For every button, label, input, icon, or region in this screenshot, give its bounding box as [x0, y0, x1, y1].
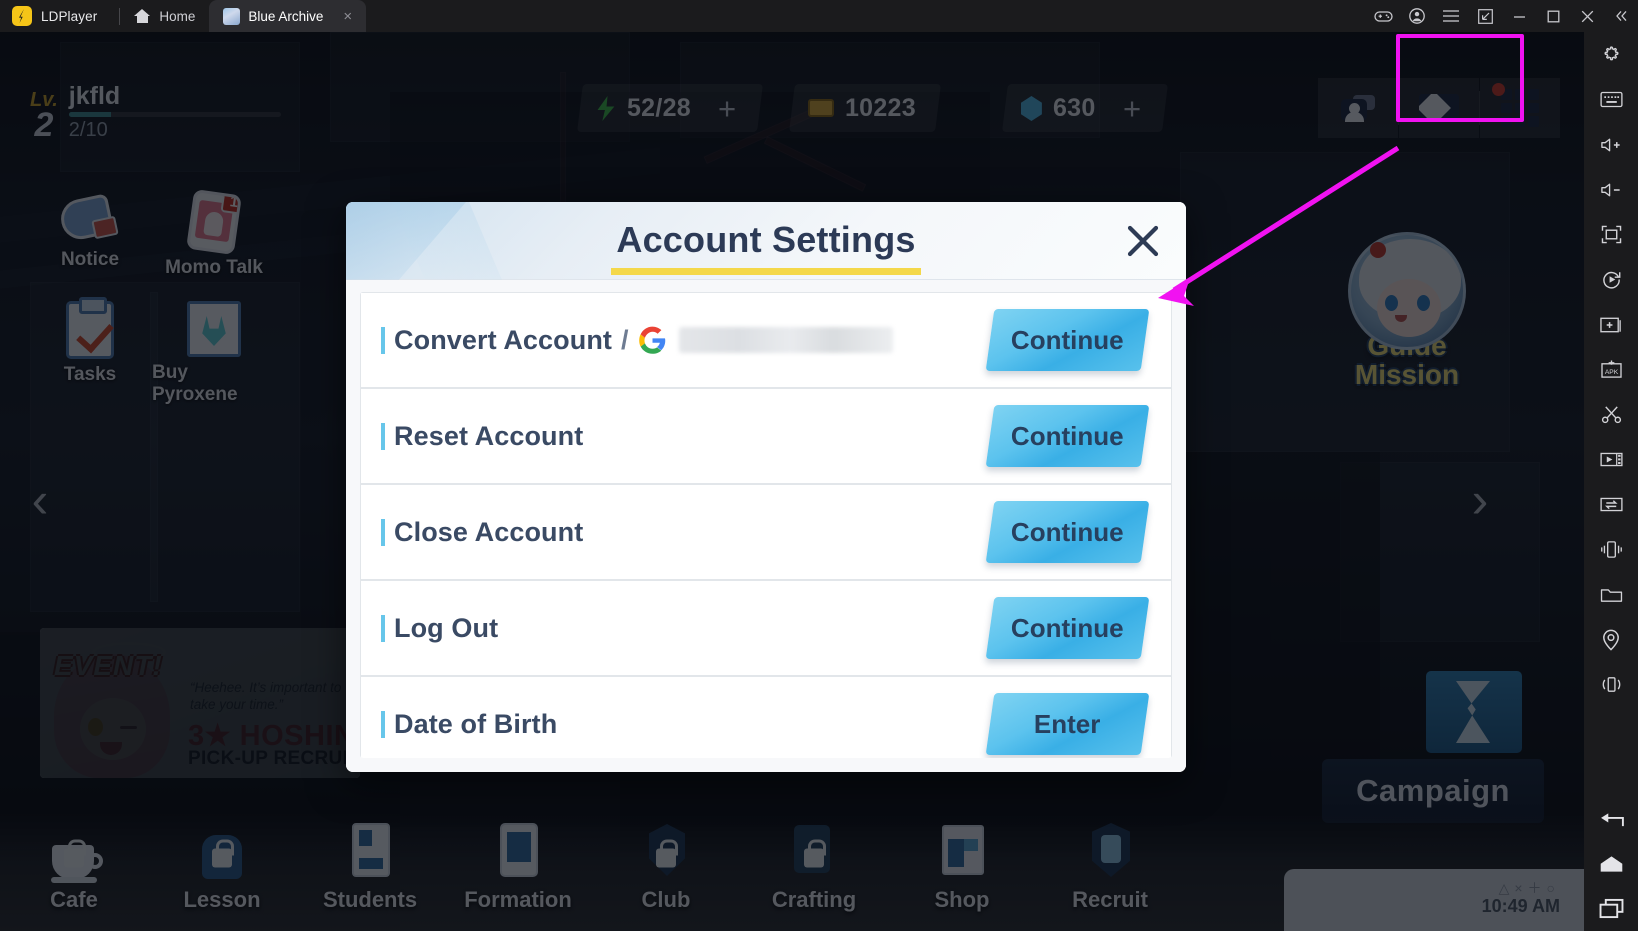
row-log-out-label: Log Out	[394, 612, 499, 643]
row-accent-bar	[381, 614, 385, 642]
screenshot-scissors-icon[interactable]	[1584, 392, 1638, 437]
row-convert-account: Convert Account / Continue	[361, 293, 1171, 387]
titlebar: LDPlayer Home Blue Archive ×	[0, 0, 1638, 32]
row-log-out: Log Out Continue	[361, 581, 1171, 675]
minimize-icon[interactable]	[1502, 0, 1536, 32]
google-g-icon	[638, 326, 665, 354]
tab-home-label: Home	[159, 8, 196, 24]
volume-down-icon[interactable]	[1584, 167, 1638, 212]
row-close-account: Close Account Continue	[361, 485, 1171, 579]
row-convert-account-label: Convert Account	[394, 324, 613, 355]
dialog-header: Account Settings	[346, 202, 1186, 280]
android-back-icon[interactable]	[1584, 796, 1638, 841]
account-icon[interactable]	[1400, 0, 1434, 32]
window-controls	[1366, 0, 1638, 32]
gamepad-icon[interactable]	[1366, 0, 1400, 32]
row-accent-bar	[381, 518, 385, 546]
log-out-continue-button[interactable]: Continue	[985, 597, 1150, 659]
collapse-icon[interactable]	[1604, 0, 1638, 32]
svg-text:APK: APK	[1604, 369, 1618, 376]
reset-account-continue-label: Continue	[1011, 420, 1124, 451]
android-home-icon[interactable]	[1584, 841, 1638, 886]
vibrate-icon[interactable]	[1584, 662, 1638, 707]
row-accent-bar	[381, 422, 385, 450]
app-thumbnail-icon	[223, 7, 241, 25]
row-reset-account-label: Reset Account	[394, 420, 584, 451]
title-underline	[611, 268, 921, 275]
ldplayer-sidebar: APK	[1584, 32, 1638, 931]
row-close-account-label: Close Account	[394, 516, 584, 547]
date-of-birth-enter-button[interactable]: Enter	[985, 693, 1150, 755]
row-date-of-birth-label: Date of Birth	[394, 708, 558, 739]
menu-icon[interactable]	[1434, 0, 1468, 32]
android-recents-icon[interactable]	[1584, 886, 1638, 931]
tab-home[interactable]: Home	[120, 0, 209, 32]
close-account-continue-button[interactable]: Continue	[985, 501, 1150, 563]
account-email-redacted	[678, 327, 893, 353]
app-name: LDPlayer	[41, 8, 98, 24]
tab-close-icon[interactable]: ×	[343, 9, 352, 24]
volume-up-icon[interactable]	[1584, 122, 1638, 167]
row-date-of-birth: Date of Birth Enter	[361, 677, 1171, 758]
shake-icon[interactable]	[1584, 527, 1638, 572]
close-account-continue-label: Continue	[1011, 516, 1124, 547]
install-apk-icon[interactable]: APK	[1584, 347, 1638, 392]
tab-blue-archive[interactable]: Blue Archive ×	[209, 0, 367, 32]
folder-icon[interactable]	[1584, 572, 1638, 617]
resize-icon[interactable]	[1468, 0, 1502, 32]
ldplayer-window: LDPlayer Home Blue Archive × Account Set…	[0, 0, 1638, 931]
annotation-highlight-box	[1396, 34, 1524, 122]
log-out-continue-label: Continue	[1011, 612, 1124, 643]
row-reset-account: Reset Account Continue	[361, 389, 1171, 483]
reset-account-continue-button[interactable]: Continue	[985, 405, 1150, 467]
date-of-birth-enter-label: Enter	[1034, 708, 1101, 739]
account-settings-dialog: Account Settings Convert Account / Conti…	[346, 202, 1186, 772]
file-transfer-icon[interactable]	[1584, 482, 1638, 527]
add-window-icon[interactable]	[1584, 302, 1638, 347]
keyboard-icon[interactable]	[1584, 77, 1638, 122]
tab-blue-archive-label: Blue Archive	[248, 8, 324, 24]
row-accent-bar	[381, 710, 385, 738]
home-icon	[134, 8, 151, 24]
annotation-arrow	[1158, 145, 1400, 306]
ldplayer-logo-icon	[12, 6, 32, 26]
row-separator: /	[621, 324, 629, 355]
maximize-icon[interactable]	[1536, 0, 1570, 32]
dialog-body: Convert Account / Continue Reset Account…	[346, 280, 1186, 772]
record-video-icon[interactable]	[1584, 437, 1638, 482]
settings-list: Convert Account / Continue Reset Account…	[360, 292, 1172, 758]
page-title: Account Settings	[616, 219, 916, 260]
convert-account-continue-button[interactable]: Continue	[985, 309, 1150, 371]
convert-account-continue-label: Continue	[1011, 324, 1124, 355]
settings-gear-icon[interactable]	[1584, 32, 1638, 77]
location-icon[interactable]	[1584, 617, 1638, 662]
fullscreen-icon[interactable]	[1584, 212, 1638, 257]
row-accent-bar	[381, 326, 385, 354]
rotate-icon[interactable]	[1584, 257, 1638, 302]
close-icon[interactable]	[1570, 0, 1604, 32]
